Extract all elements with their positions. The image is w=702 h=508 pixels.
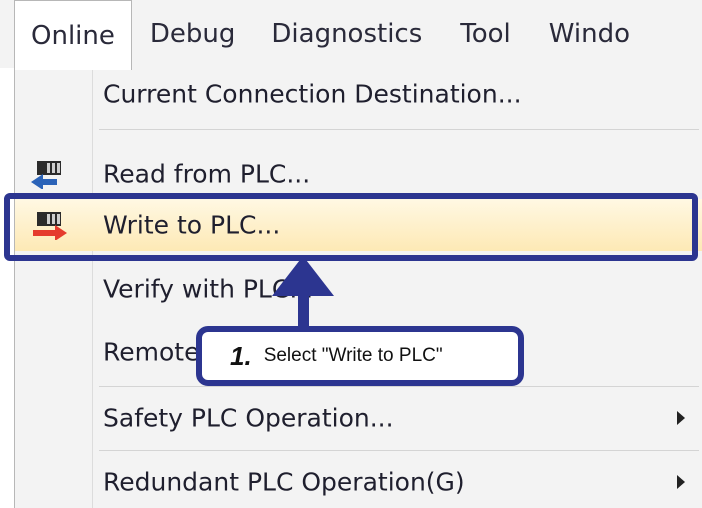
menu-window[interactable]: Windo <box>533 0 646 68</box>
instruction-callout: 1. Select "Write to PLC" <box>196 326 524 386</box>
callout-step-number: 1. <box>230 340 252 371</box>
read-from-plc-icon <box>27 159 71 190</box>
menu-separator <box>99 129 699 130</box>
menu-item-verify-with-plc[interactable]: Verify with PLC... <box>15 263 702 315</box>
online-dropdown-menu: Current Connection Destination... Read f… <box>14 68 702 508</box>
menu-debug[interactable]: Debug <box>134 0 252 68</box>
menu-item-label: Current Connection Destination... <box>103 79 522 109</box>
menu-separator <box>99 450 699 451</box>
menu-item-label: Read from PLC... <box>103 159 311 189</box>
menu-item-current-connection-destination[interactable]: Current Connection Destination... <box>15 68 702 120</box>
menu-item-safety-plc-operation[interactable]: Safety PLC Operation... <box>15 392 702 444</box>
menu-online[interactable]: Online <box>14 0 132 70</box>
callout-arrow-head <box>272 256 334 296</box>
menu-item-redundant-plc-operation[interactable]: Redundant PLC Operation(G) <box>15 456 702 508</box>
menu-separator <box>99 386 699 387</box>
callout-text: Select "Write to PLC" <box>263 345 443 366</box>
menu-diagnostics[interactable]: Diagnostics <box>255 0 438 68</box>
menu-bar: Online Debug Diagnostics Tool Windo <box>0 0 702 70</box>
menu-tool[interactable]: Tool <box>444 0 527 68</box>
submenu-arrow-icon <box>677 411 685 425</box>
highlight-frame <box>4 193 698 261</box>
menu-item-label: Redundant PLC Operation(G) <box>103 467 465 497</box>
menu-item-label: Safety PLC Operation... <box>103 403 394 433</box>
submenu-arrow-icon <box>677 475 685 489</box>
